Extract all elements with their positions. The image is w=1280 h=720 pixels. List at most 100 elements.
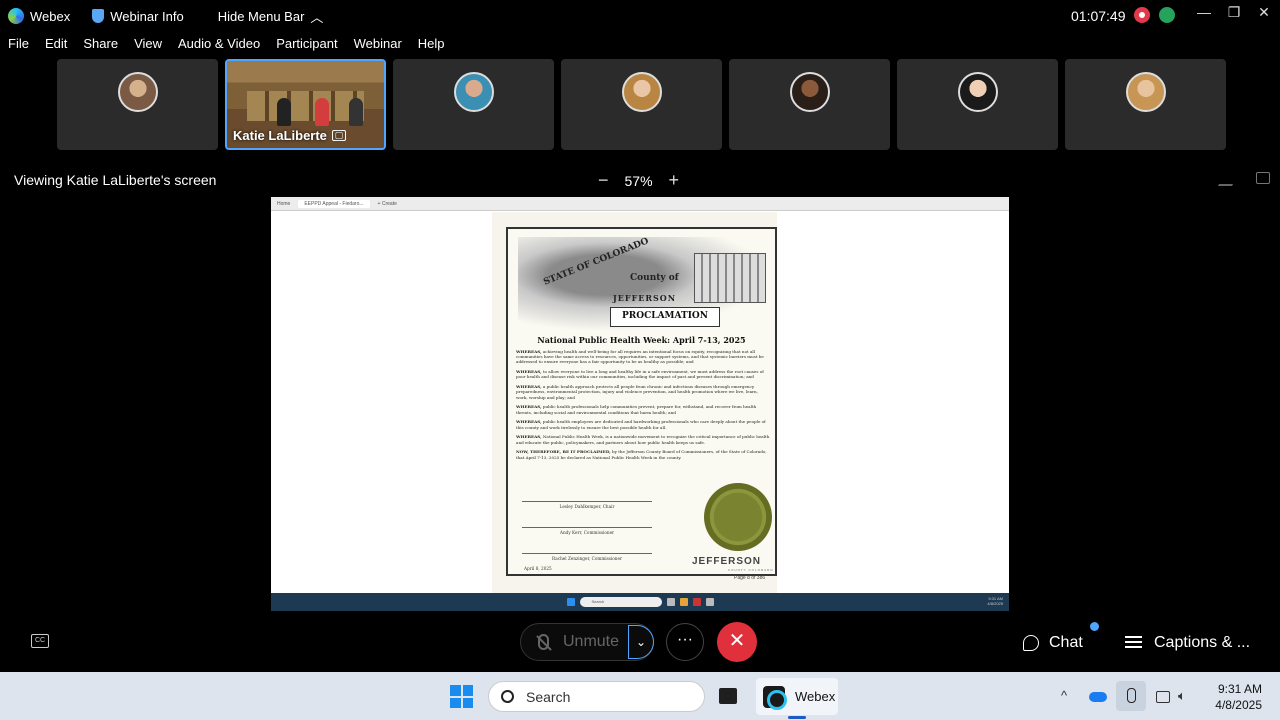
- webinar-info-button[interactable]: Webinar Info: [92, 8, 184, 24]
- app-title: Webex: [8, 8, 70, 24]
- shared-browser-bar: Home EEPPD Appeal - Fiedaro... + Create: [271, 197, 1009, 211]
- avatar: [1126, 72, 1166, 112]
- shared-tab-home: Home: [277, 200, 291, 207]
- video-person: [315, 98, 329, 126]
- shared-tab-new: + Create: [377, 200, 397, 207]
- proclamation: STATE OF COLORADO County of JEFFERSON PR…: [506, 227, 777, 576]
- clause: NOW, THEREFORE, BE IT PROCLAIMED, by the…: [516, 449, 770, 459]
- speaker-icon[interactable]: 🔈︎: [1178, 688, 1186, 704]
- clause-text: a public health approach protects all pe…: [516, 384, 758, 400]
- clause: WHEREAS, National Public Health Week, is…: [516, 434, 770, 444]
- shared-clock: 9:31 AM 4/8/2025: [987, 596, 1003, 606]
- participant-tile[interactable]: [729, 59, 890, 150]
- participant-tile-active[interactable]: Katie LaLiberte ▢: [225, 59, 386, 150]
- zoom-out-button[interactable]: −: [598, 170, 609, 191]
- taskbar-search[interactable]: Search: [488, 681, 705, 712]
- proclamation-body: WHEREAS, achieving health and well-being…: [516, 349, 770, 464]
- courthouse-image: [694, 253, 766, 303]
- participant-tile[interactable]: [57, 59, 218, 150]
- taskbar-webex-app[interactable]: Webex: [756, 678, 838, 715]
- captions-button[interactable]: Captions & ...: [1125, 634, 1250, 652]
- sharing-icon: ▢: [331, 130, 346, 141]
- meeting-timer: 01:07:49: [1071, 8, 1126, 24]
- clause: WHEREAS, public health professionals hel…: [516, 404, 770, 414]
- menu-webinar[interactable]: Webinar: [354, 36, 402, 51]
- avatar: [118, 72, 158, 112]
- participant-tile[interactable]: [561, 59, 722, 150]
- menu-help[interactable]: Help: [418, 36, 445, 51]
- proclamation-date: April 8, 2025: [524, 566, 552, 571]
- unmute-label: Unmute: [563, 633, 620, 650]
- chat-button[interactable]: Chat: [1023, 634, 1083, 652]
- menu-edit[interactable]: Edit: [45, 36, 67, 51]
- zoom-in-button[interactable]: +: [669, 170, 680, 191]
- active-speaker-name: Katie LaLiberte ▢: [233, 128, 346, 143]
- unread-indicator: [1090, 622, 1099, 631]
- app-icon: [705, 598, 714, 606]
- clause: WHEREAS, achieving health and well-being…: [516, 349, 770, 365]
- windows-start-icon[interactable]: [450, 685, 473, 708]
- chat-label: Chat: [1049, 634, 1083, 651]
- signature-line: Andy Kerr, Commissioner: [522, 527, 652, 535]
- clause: WHEREAS, public health employees are ded…: [516, 419, 770, 429]
- participant-tile[interactable]: [897, 59, 1058, 150]
- closed-captions-button[interactable]: CC: [31, 634, 49, 648]
- document-page: STATE OF COLORADO County of JEFFERSON PR…: [492, 212, 777, 594]
- taskbar-webex-label: Webex: [795, 689, 836, 704]
- clause-text: to allow everyone to live a long and hea…: [516, 369, 764, 380]
- onedrive-cloud-icon[interactable]: [1089, 692, 1107, 702]
- app-icon: [666, 598, 675, 606]
- hide-menu-bar-button[interactable]: Hide Menu Bar ︿: [218, 7, 324, 26]
- audio-options-chevron-icon[interactable]: ⌄: [628, 625, 654, 659]
- shared-screen[interactable]: Home EEPPD Appeal - Fiedaro... + Create …: [271, 197, 1009, 611]
- participant-tile[interactable]: [1065, 59, 1226, 150]
- webinar-info-label: Webinar Info: [110, 8, 184, 24]
- participant-name: Katie LaLiberte: [233, 128, 327, 143]
- webex-logo-icon: [8, 8, 24, 24]
- chat-icon: [1023, 635, 1039, 651]
- clause-text: National Public Health Week, is a nation…: [516, 434, 770, 445]
- task-view-icon[interactable]: [719, 688, 737, 704]
- recording-icon[interactable]: [1134, 7, 1150, 23]
- app-name: Webex: [30, 8, 71, 24]
- participant-tile[interactable]: [393, 59, 554, 150]
- app-icon: [692, 598, 701, 606]
- menu-bar: File Edit Share View Audio & Video Parti…: [0, 36, 453, 51]
- minimize-button[interactable]: —: [1193, 4, 1215, 20]
- network-stats-icon[interactable]: [1159, 7, 1175, 23]
- menu-file[interactable]: File: [8, 36, 29, 51]
- shared-search-box: Search: [579, 597, 662, 607]
- county-seal: [704, 483, 772, 551]
- more-options-button[interactable]: ···: [666, 623, 704, 661]
- network-icon[interactable]: [1156, 691, 1170, 703]
- captions-label: Captions & ...: [1154, 634, 1251, 651]
- avatar: [958, 72, 998, 112]
- signature-line: Lesley Dahlkemper, Chair: [522, 501, 652, 509]
- menu-share[interactable]: Share: [83, 36, 118, 51]
- menu-participant[interactable]: Participant: [276, 36, 337, 51]
- leave-meeting-button[interactable]: ✕: [717, 622, 757, 662]
- windows-taskbar: Search Webex ^ 🔈︎ 9:31 AM 4/8/2025: [0, 672, 1280, 720]
- mic-muted-icon: [538, 634, 549, 650]
- shared-tab-doc: EEPPD Appeal - Fiedaro...: [298, 199, 370, 208]
- popout-icon[interactable]: [1256, 172, 1270, 184]
- annotate-icon[interactable]: [1217, 172, 1241, 186]
- avatar: [790, 72, 830, 112]
- proclamation-title: National Public Health Week: April 7-13,…: [537, 335, 746, 345]
- captions-icon: [1125, 636, 1142, 650]
- hide-menu-label: Hide Menu Bar: [217, 8, 305, 24]
- show-hidden-icons-chevron-icon[interactable]: ^: [1061, 688, 1067, 703]
- jefferson-logo-sub: COUNTY COLORADO: [728, 568, 774, 572]
- microphone-muted-icon[interactable]: [1116, 681, 1146, 711]
- clause-text: public health employees are dedicated an…: [516, 419, 766, 430]
- viewing-label: Viewing Katie LaLiberte's screen: [14, 172, 217, 188]
- unmute-button[interactable]: Unmute ⌄: [520, 623, 654, 661]
- restore-button[interactable]: ❐: [1223, 4, 1245, 21]
- zoom-controls: − 57% +: [598, 170, 679, 191]
- menu-audio-video[interactable]: Audio & Video: [178, 36, 260, 51]
- menu-view[interactable]: View: [134, 36, 162, 51]
- app-icon: [679, 598, 688, 606]
- close-window-button[interactable]: ✕: [1253, 4, 1275, 21]
- system-clock[interactable]: 9:31 AM 4/8/2025: [1208, 681, 1262, 713]
- video-person: [349, 98, 363, 126]
